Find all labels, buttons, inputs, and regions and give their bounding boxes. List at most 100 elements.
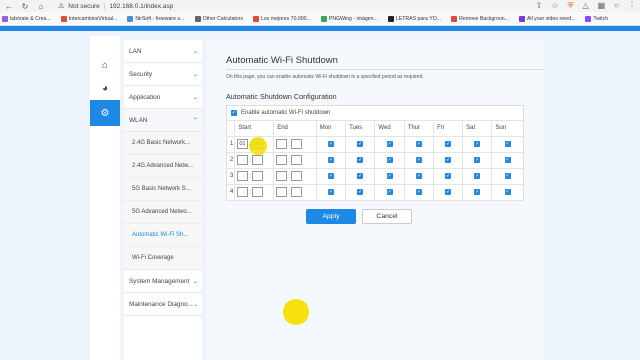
sidebar-item-label: Wi-Fi Coverage: [132, 255, 174, 261]
bookmark-label: Twitch: [593, 15, 609, 22]
bookmark-item[interactable]: All your video need...: [518, 15, 575, 22]
end-minute-input[interactable]: [290, 187, 302, 197]
end-hour-input[interactable]: [276, 139, 288, 149]
day-checkbox[interactable]: ✓: [327, 189, 334, 195]
warning-icon: ⚠: [58, 3, 65, 10]
section-title: Automatic Shutdown Configuration: [226, 92, 337, 101]
day-checkbox[interactable]: ✓: [357, 173, 364, 179]
day-checkbox[interactable]: ✓: [386, 189, 393, 195]
day-checkbox[interactable]: ✓: [415, 173, 422, 179]
day-checkbox[interactable]: ✓: [415, 157, 422, 163]
end-time-cell: :: [273, 168, 317, 185]
day-checkbox[interactable]: ✓: [357, 157, 364, 163]
back-icon[interactable]: ←: [4, 2, 14, 11]
bookmark-item[interactable]: Remove Backgroun...: [451, 15, 509, 22]
gauge-icon[interactable]: ◕: [90, 77, 120, 100]
sidebar-item-label: LAN: [129, 47, 142, 55]
day-checkbox[interactable]: ✓: [445, 141, 452, 147]
start-hour-input[interactable]: 01: [237, 139, 249, 149]
sidebar-item-maintenance[interactable]: Maintenance Diagno... ⌄: [124, 293, 202, 316]
reload-icon[interactable]: ↻: [20, 2, 30, 11]
start-minute-input[interactable]: [252, 171, 264, 181]
bookmark-item[interactable]: Twitch: [585, 15, 609, 22]
gear-icon[interactable]: ⚙: [90, 100, 120, 126]
puzzle-icon[interactable]: ▦: [598, 1, 606, 11]
home-icon[interactable]: ⌂: [36, 2, 46, 11]
profile-icon[interactable]: ○: [614, 1, 619, 11]
day-checkbox[interactable]: ✓: [327, 157, 334, 163]
bookmark-item[interactable]: IntercambiosVirtual...: [60, 15, 117, 22]
day-checkbox[interactable]: ✓: [504, 157, 511, 163]
day-checkbox[interactable]: ✓: [386, 157, 393, 163]
share-icon[interactable]: ⇧: [536, 1, 543, 11]
cancel-button[interactable]: Cancel: [362, 209, 412, 224]
day-checkbox[interactable]: ✓: [474, 189, 481, 195]
bookmark-item[interactable]: Other Calculators: [194, 15, 243, 22]
day-checkbox[interactable]: ✓: [386, 173, 393, 179]
sidebar-item-auto-wifi-shutdown[interactable]: Automatic Wi-Fi Sh...: [124, 224, 202, 247]
day-checkbox[interactable]: ✓: [386, 141, 393, 147]
day-cell: ✓: [315, 136, 346, 153]
day-checkbox[interactable]: ✓: [504, 189, 511, 195]
day-checkbox[interactable]: ✓: [327, 141, 334, 147]
bookmark-favicon-icon: [252, 15, 259, 22]
day-checkbox[interactable]: ✓: [474, 141, 481, 147]
start-minute-input[interactable]: [252, 187, 264, 197]
start-hour-input[interactable]: [237, 155, 249, 165]
day-checkbox[interactable]: ✓: [327, 173, 334, 179]
end-minute-input[interactable]: [290, 139, 302, 149]
apply-button[interactable]: Apply: [306, 209, 356, 224]
bookmark-item[interactable]: PNGWing - imágen...: [320, 15, 378, 22]
end-hour-input[interactable]: [276, 155, 288, 165]
day-checkbox[interactable]: ✓: [415, 141, 422, 147]
end-time-cell: :: [273, 136, 317, 153]
brave-shield-icon[interactable]: ⛨: [567, 1, 573, 11]
triangle-icon[interactable]: △: [582, 1, 588, 11]
star-icon[interactable]: ☆: [551, 1, 558, 11]
sidebar-item-application[interactable]: Application ⌄: [124, 86, 202, 109]
day-checkbox[interactable]: ✓: [504, 173, 511, 179]
enable-checkbox[interactable]: ✓: [231, 110, 237, 116]
sidebar-item-24g-basic[interactable]: 2.4G Basic Network...: [124, 132, 202, 155]
end-minute-input[interactable]: [290, 171, 302, 181]
bookmark-item[interactable]: Los mejores 70.000...: [252, 15, 311, 22]
column-header: Sun: [491, 121, 523, 137]
day-checkbox[interactable]: ✓: [445, 189, 452, 195]
day-cell: ✓: [374, 184, 405, 201]
url-text[interactable]: 192.168.0.1/index.asp: [109, 3, 173, 10]
bookmark-favicon-icon: [387, 15, 394, 22]
day-cell: ✓: [345, 152, 375, 169]
sidebar-item-wlan[interactable]: WLAN ⌃: [124, 109, 202, 132]
sidebar-item-24g-advanced[interactable]: 2.4G Advanced Netw...: [124, 155, 202, 178]
bookmark-item[interactable]: NirSoft - freeware u...: [127, 15, 185, 22]
home-icon[interactable]: ⌂: [90, 54, 120, 77]
bookmark-item[interactable]: LETRAS para YO...: [387, 15, 441, 22]
day-checkbox[interactable]: ✓: [504, 141, 511, 147]
day-checkbox[interactable]: ✓: [357, 189, 364, 195]
column-header: Sat: [462, 121, 492, 137]
sidebar-item-5g-basic[interactable]: 5G Basic Network S...: [124, 178, 202, 201]
sidebar-item-system-management[interactable]: System Management ⌄: [124, 270, 202, 293]
day-checkbox[interactable]: ✓: [357, 141, 364, 147]
table-body: 101:00:✓✓✓✓✓✓✓2::✓✓✓✓✓✓✓3::✓✓✓✓✓✓✓4::✓✓✓…: [227, 136, 523, 201]
day-checkbox[interactable]: ✓: [445, 157, 452, 163]
day-checkbox[interactable]: ✓: [415, 189, 422, 195]
day-checkbox[interactable]: ✓: [474, 173, 481, 179]
address-bar[interactable]: ⚠ Not secure | 192.168.0.1/index.asp: [58, 2, 173, 11]
start-hour-input[interactable]: [237, 171, 249, 181]
sidebar-item-5g-advanced[interactable]: 5G Advanced Netwo...: [124, 201, 202, 224]
end-hour-input[interactable]: [276, 187, 288, 197]
chevron-down-icon: ⌄: [192, 278, 198, 285]
sidebar-item-security[interactable]: Security ⌄: [124, 63, 202, 86]
sidebar-item-wifi-coverage[interactable]: Wi-Fi Coverage: [124, 247, 202, 270]
sidebar-item-lan[interactable]: LAN ⌄: [124, 40, 202, 63]
end-hour-input[interactable]: [276, 171, 288, 181]
end-minute-input[interactable]: [290, 155, 302, 165]
menu-icon[interactable]: ⋮: [628, 1, 636, 11]
day-cell: ✓: [403, 168, 434, 185]
bookmark-item[interactable]: labórate & Crea...: [2, 15, 51, 22]
day-checkbox[interactable]: ✓: [474, 157, 481, 163]
day-checkbox[interactable]: ✓: [445, 173, 452, 179]
start-minute-input[interactable]: [252, 155, 264, 165]
start-hour-input[interactable]: [237, 187, 249, 197]
